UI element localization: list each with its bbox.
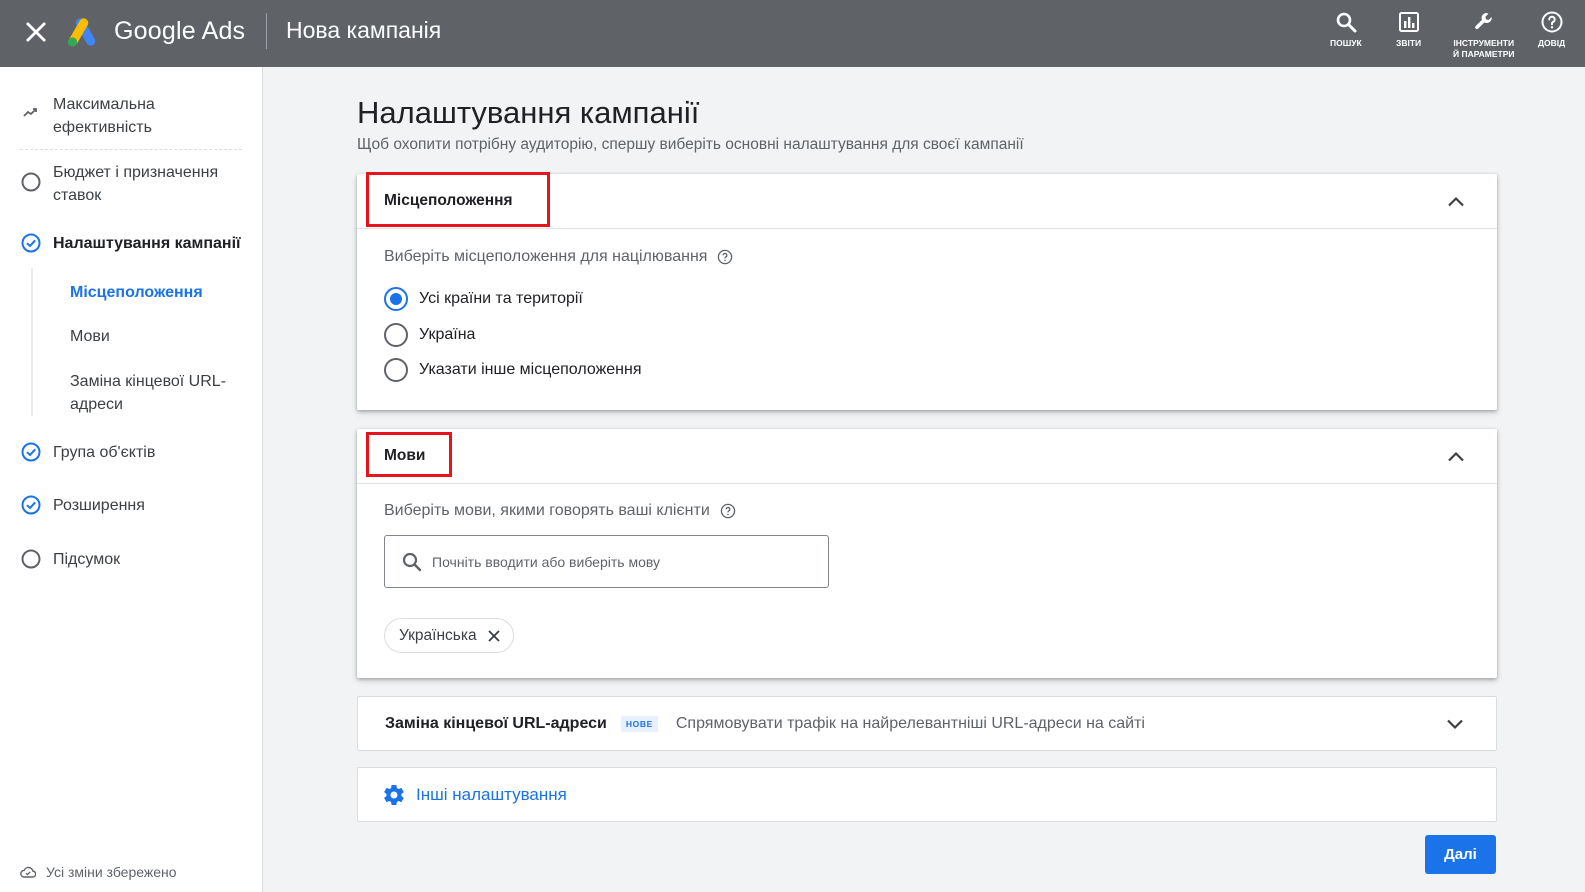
google-ads-logo — [67, 18, 96, 47]
language-search-field[interactable] — [384, 535, 829, 588]
sidebar-separator — [20, 149, 242, 150]
sidebar: Максимальна ефективність Бюджет і призна… — [0, 67, 263, 892]
help-action-label: ДОВІД — [1538, 38, 1566, 48]
sidebar-item-label: Налаштування кампанії — [53, 235, 241, 252]
url-expansion-title: Заміна кінцевої URL-адреси — [385, 715, 607, 732]
other-settings-label: Інші налаштування — [416, 785, 567, 804]
help-circle-icon[interactable] — [720, 503, 736, 519]
sidebar-subitem-languages[interactable]: Мови — [70, 325, 110, 348]
substeps-line — [31, 268, 33, 416]
save-status: Усі зміни збережено — [20, 864, 177, 880]
sidebar-item-summary[interactable]: Підсумок — [20, 548, 120, 571]
sidebar-item-campaign-settings[interactable]: Налаштування кампанії — [20, 232, 241, 255]
next-button[interactable]: Далі — [1425, 835, 1496, 874]
page-subtitle: Щоб охопити потрібну аудиторію, спершу в… — [357, 136, 1024, 153]
close-icon[interactable] — [22, 18, 50, 46]
brand-name: Google Ads — [114, 17, 246, 45]
sidebar-item-budget[interactable]: Бюджет і призначення ставок — [20, 161, 235, 207]
language-chip-label: Українська — [399, 626, 477, 644]
gear-icon — [384, 784, 404, 806]
page-header-title: Нова кампанія — [286, 17, 442, 43]
check-circle-icon — [21, 442, 41, 462]
url-expansion-card[interactable]: Заміна кінцевої URL-адреси НОВЕ Спрямову… — [357, 696, 1497, 751]
languages-question-label: Виберіть мови, якими говорять ваші клієн… — [384, 502, 710, 519]
languages-card-header[interactable]: Мови — [357, 429, 1497, 484]
highlight-box — [366, 432, 452, 477]
search-icon — [1336, 12, 1357, 33]
search-icon — [402, 552, 422, 571]
circle-outline-icon — [21, 172, 41, 192]
location-option-other[interactable]: Указати інше місцеположення — [384, 358, 642, 382]
location-card: Місцеположення Виберіть місцеположення д… — [357, 172, 1497, 410]
chevron-up-icon[interactable] — [1445, 446, 1467, 468]
top-bar: Google Ads Нова кампанія ПОШУК ЗВІТИ ІНС… — [0, 0, 1585, 67]
radio-label: Усі країни та території — [419, 290, 583, 307]
title-divider — [266, 13, 267, 49]
sidebar-goal[interactable]: Максимальна ефективність — [20, 93, 170, 139]
sidebar-subitem-location[interactable]: Місцеположення — [70, 281, 203, 304]
location-question-label: Виберіть місцеположення для націлювання — [384, 248, 708, 265]
save-status-label: Усі зміни збережено — [46, 864, 177, 880]
close-icon — [487, 629, 500, 642]
languages-question: Виберіть мови, якими говорять ваші клієн… — [384, 502, 736, 520]
help-circle-icon[interactable] — [717, 249, 733, 265]
language-chip: Українська — [384, 618, 514, 653]
search-action[interactable]: ПОШУК — [1330, 10, 1362, 49]
wrench-icon — [1474, 13, 1492, 30]
radio-label: Україна — [419, 326, 476, 343]
trending-icon — [23, 108, 37, 117]
remove-chip-button[interactable] — [487, 629, 501, 643]
tools-action-label-2: Й ПАРАМЕТРИ — [1453, 49, 1515, 59]
url-expansion-description: Спрямовувати трафік на найрелевантніші U… — [675, 715, 1145, 732]
sidebar-item-label: Група об'єктів — [53, 444, 156, 461]
language-search-input[interactable] — [432, 553, 812, 570]
other-settings-link[interactable]: Інші налаштування — [382, 783, 567, 807]
cloud-done-icon — [20, 866, 36, 878]
sidebar-subitem-url-expansion[interactable]: Заміна кінцевої URL-адреси — [70, 370, 240, 416]
highlight-box — [366, 172, 550, 227]
search-action-label: ПОШУК — [1330, 38, 1362, 48]
radio-button[interactable] — [384, 358, 408, 382]
tools-action-label-1: ІНСТРУМЕНТИ — [1453, 38, 1515, 48]
sidebar-goal-label: Максимальна ефективність — [53, 96, 155, 136]
sidebar-item-label: Бюджет і призначення ставок — [53, 164, 219, 204]
radio-label: Указати інше місцеположення — [419, 361, 642, 378]
reports-icon — [1398, 12, 1419, 32]
check-circle-icon — [21, 233, 41, 253]
location-question: Виберіть місцеположення для націлювання — [384, 248, 733, 266]
help-icon — [1541, 11, 1563, 33]
chevron-up-icon[interactable] — [1445, 191, 1467, 213]
sidebar-item-label: Розширення — [53, 497, 145, 514]
circle-outline-icon — [21, 549, 41, 569]
radio-button[interactable] — [384, 323, 408, 347]
sidebar-item-asset-group[interactable]: Група об'єктів — [20, 441, 155, 464]
reports-action[interactable]: ЗВІТИ — [1396, 10, 1421, 49]
other-settings-card: Інші налаштування — [357, 767, 1497, 822]
url-expansion-row: Заміна кінцевої URL-адреси НОВЕ Спрямову… — [385, 715, 1145, 733]
new-badge: НОВЕ — [620, 716, 658, 732]
location-option-ukraine[interactable]: Україна — [384, 323, 475, 347]
tools-action[interactable]: ІНСТРУМЕНТИ Й ПАРАМЕТРИ — [1453, 10, 1515, 60]
location-option-all[interactable]: Усі країни та території — [384, 287, 583, 311]
sidebar-item-extensions[interactable]: Розширення — [20, 494, 145, 517]
radio-button-checked[interactable] — [384, 287, 408, 311]
help-action[interactable]: ДОВІД — [1538, 10, 1565, 49]
reports-action-label: ЗВІТИ — [1396, 38, 1422, 48]
check-circle-icon — [21, 495, 41, 515]
page-title: Налаштування кампанії — [357, 95, 700, 130]
sidebar-item-label: Підсумок — [53, 551, 121, 568]
chevron-down-icon[interactable] — [1444, 713, 1466, 735]
languages-card: Мови Виберіть мови, якими говорять ваші … — [357, 429, 1497, 678]
